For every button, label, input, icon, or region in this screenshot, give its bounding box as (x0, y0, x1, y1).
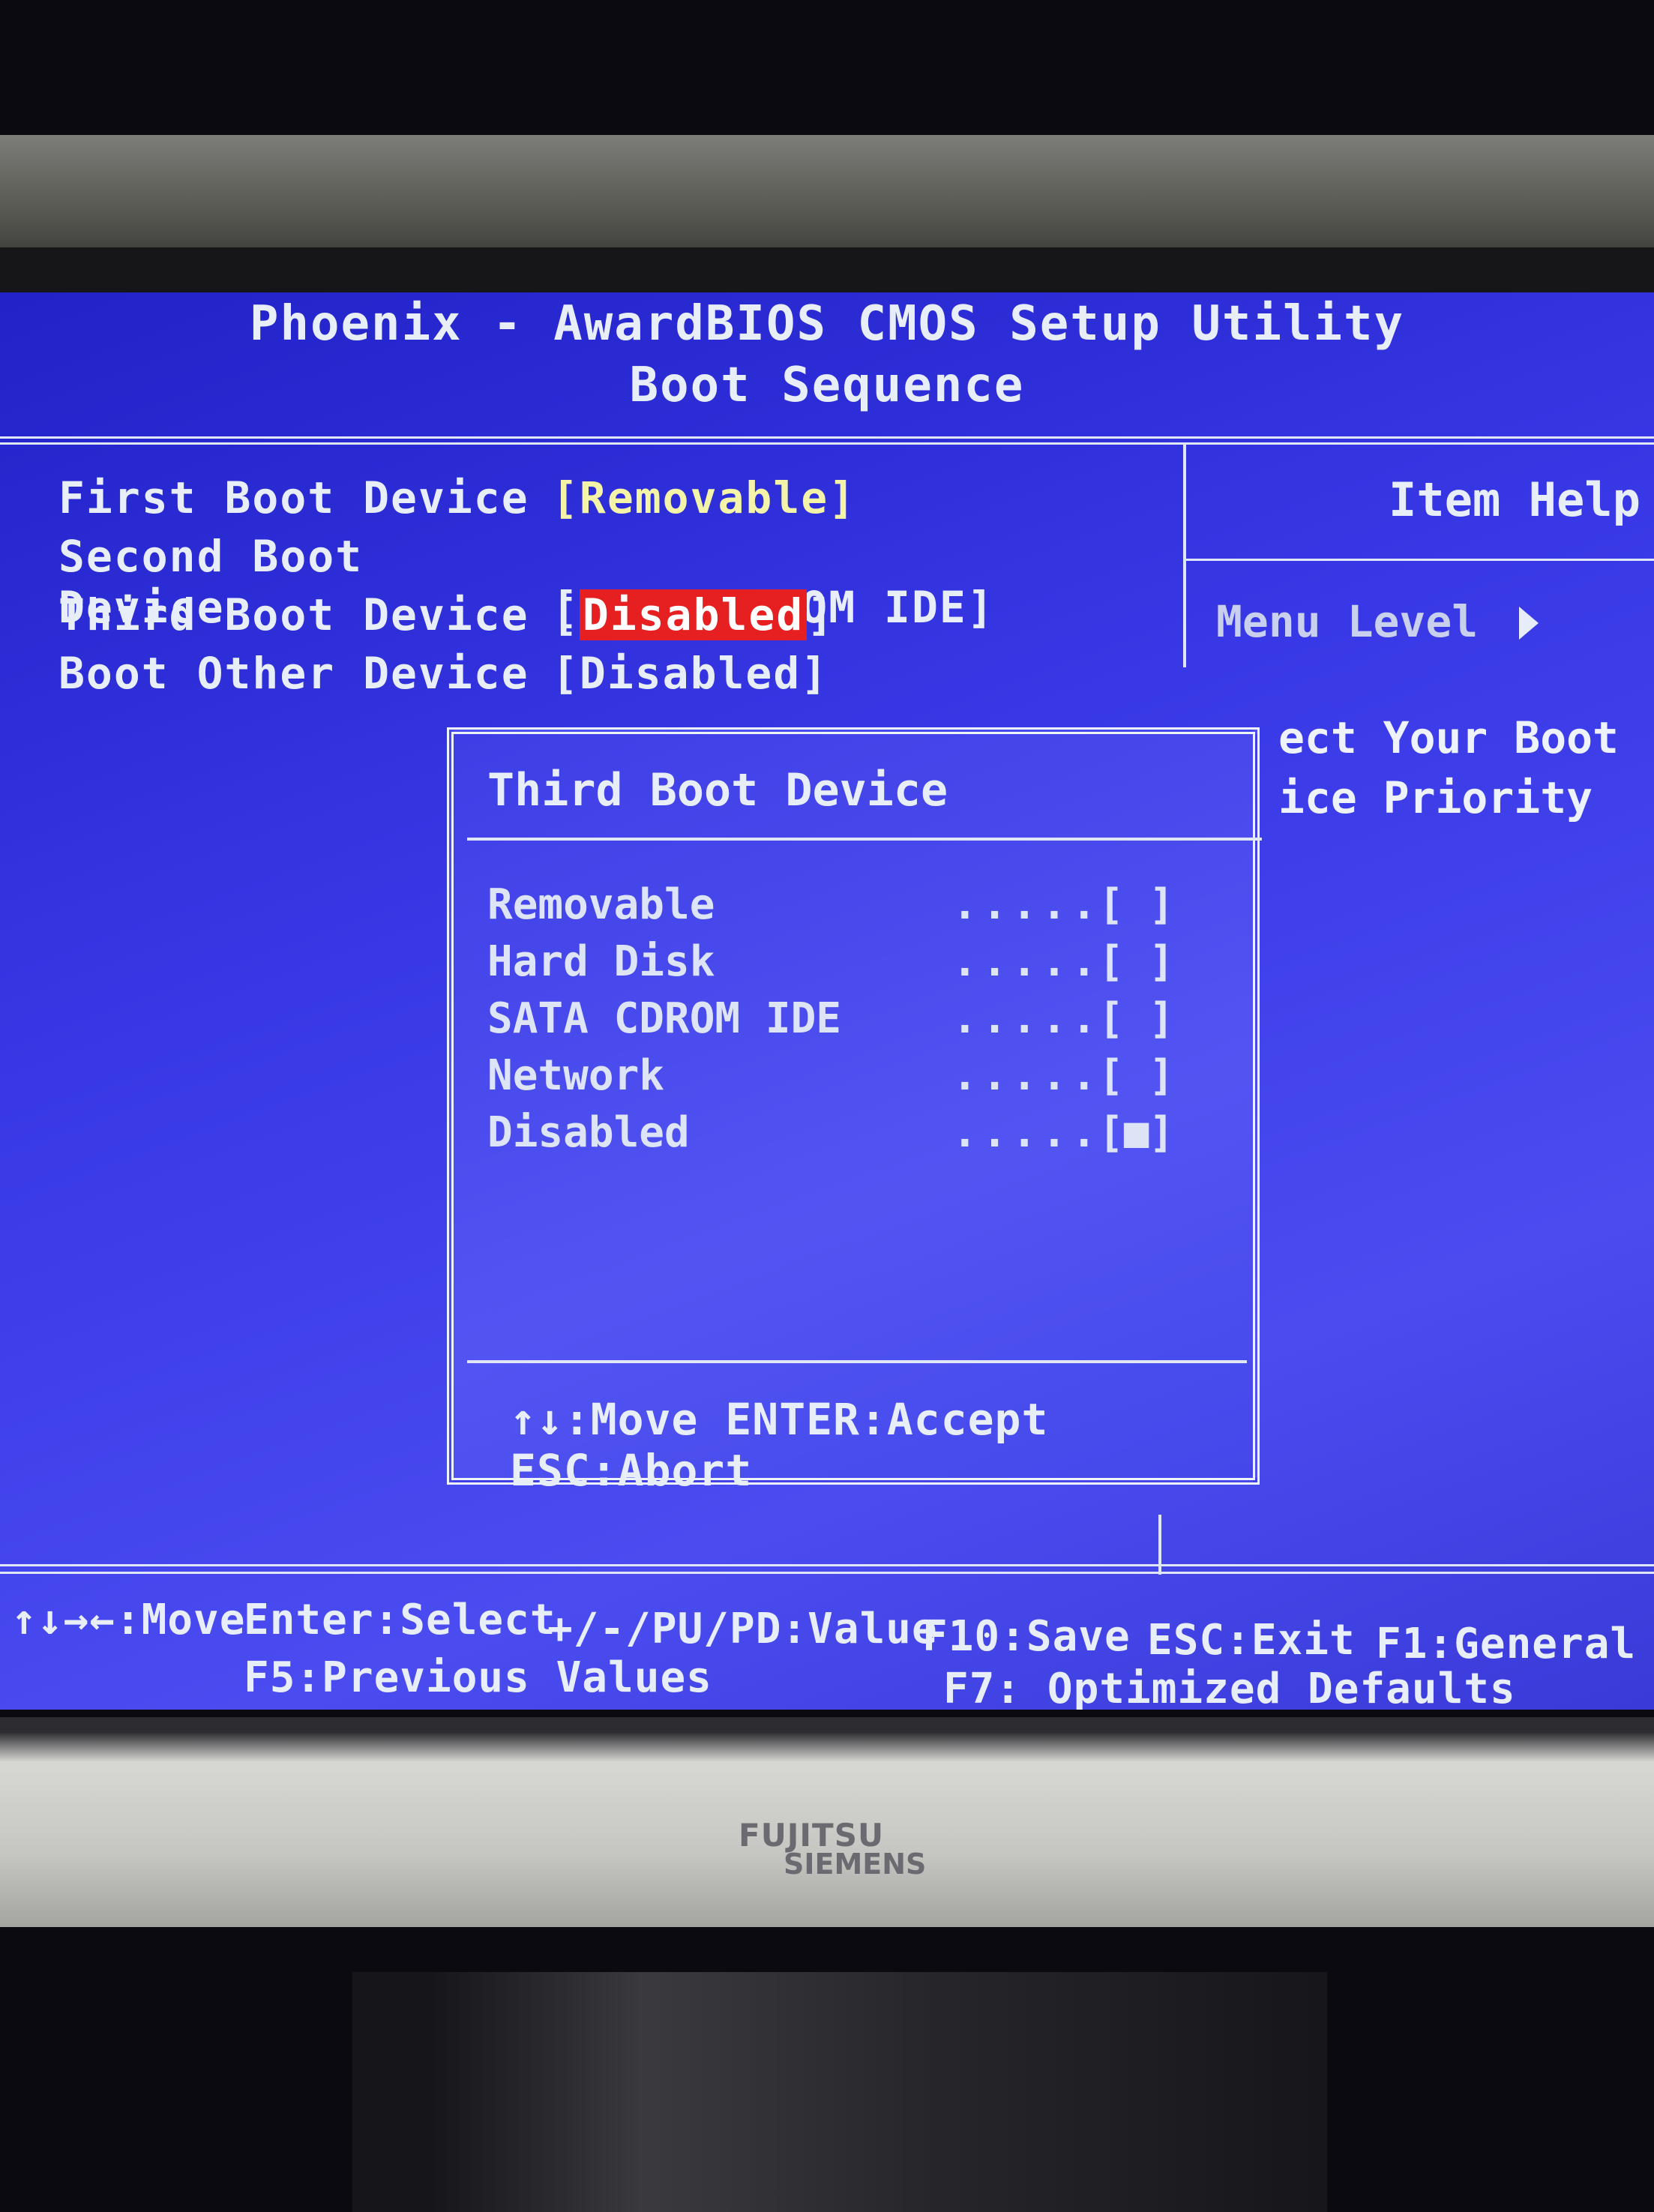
setting-first-boot-device[interactable]: First Boot Device [Removable] (58, 472, 856, 523)
monitor-stand (352, 1972, 1327, 2212)
setting-value-selected[interactable]: Disabled (579, 589, 808, 640)
option-checkbox[interactable]: [ ] (1098, 937, 1174, 986)
brand-line2: SIEMENS (784, 1848, 927, 1881)
key-hint-value: +/-/PU/PD:Value (547, 1605, 938, 1653)
header-divider-2 (0, 442, 1654, 445)
key-hint-select: Enter:Select (244, 1596, 556, 1644)
setting-label: Third Boot Device (58, 589, 529, 640)
help-divider (1186, 559, 1654, 561)
setting-third-boot-device[interactable]: Third Boot Device [Disabled] (58, 589, 834, 640)
key-hint-previous-values: F5:Previous Values (244, 1653, 712, 1702)
option-label: Hard Disk (487, 937, 715, 986)
setting-value-close: ] (807, 589, 835, 640)
option-checkbox[interactable]: [ ] (1098, 994, 1174, 1043)
help-text-line2: ice Priority (1278, 772, 1593, 823)
menu-level-label: Menu Level (1216, 596, 1479, 647)
popup-key-hint: ↑↓:Move ENTER:Accept ESC:Abort (510, 1394, 1049, 1496)
option-network[interactable]: Network ..... [ ] (487, 1051, 1200, 1100)
panel-divider (1183, 442, 1186, 667)
option-label: Network (487, 1051, 665, 1100)
monitor-bezel-inner (0, 247, 1654, 292)
option-removable[interactable]: Removable ..... [ ] (487, 880, 1200, 929)
bios-screen: Phoenix - AwardBIOS CMOS Setup Utility B… (0, 292, 1654, 1710)
option-dots: ..... (952, 1051, 1101, 1100)
monitor-brand-logo: FUJITSU SIEMENS (739, 1817, 933, 1884)
help-text-line1: ect Your Boot (1278, 712, 1619, 763)
option-dots: ..... (952, 880, 1101, 929)
key-hint-exit: ESC:Exit (1147, 1616, 1356, 1665)
bios-subtitle: Boot Sequence (629, 358, 1025, 413)
option-disabled[interactable]: Disabled ..... [■] (487, 1108, 1200, 1157)
option-sata-cdrom-ide[interactable]: SATA CDROM IDE ..... [ ] (487, 994, 1200, 1043)
option-dots: ..... (952, 937, 1101, 986)
key-hint-save: F10:Save (922, 1612, 1131, 1661)
key-hint-move: ↑↓→←:Move (11, 1596, 246, 1644)
key-hint-optimized-defaults: F7: Optimized Defaults (943, 1665, 1516, 1710)
option-dots: ..... (952, 994, 1101, 1043)
setting-boot-other-device[interactable]: Boot Other Device [Disabled] (58, 648, 828, 699)
option-hard-disk[interactable]: Hard Disk ..... [ ] (487, 937, 1200, 986)
setting-label: Boot Other Device (58, 648, 529, 699)
setting-value[interactable]: [Disabled] (552, 648, 828, 699)
setting-label: First Boot Device (58, 472, 529, 523)
setting-value-open: [ (552, 589, 580, 640)
option-checkbox-selected[interactable]: [■] (1098, 1108, 1174, 1157)
menu-level: Menu Level (1216, 596, 1539, 647)
popup-title: Third Boot Device (487, 764, 948, 817)
option-label: Disabled (487, 1108, 690, 1157)
popup-footer-divider (467, 1360, 1247, 1363)
header-divider (0, 436, 1654, 439)
popup-divider (467, 838, 1262, 841)
option-checkbox[interactable]: [ ] (1098, 880, 1174, 929)
option-checkbox[interactable]: [ ] (1098, 1051, 1174, 1100)
setting-value[interactable]: [Removable] (552, 472, 856, 523)
footer-divider (0, 1564, 1654, 1566)
menu-level-arrow-icon (1519, 607, 1539, 640)
footer-divider-2 (0, 1572, 1654, 1574)
bios-title: Phoenix - AwardBIOS CMOS Setup Utility (249, 296, 1405, 352)
options-popup: Third Boot Device Removable ..... [ ] Ha… (447, 727, 1262, 1496)
item-help-title: Item Help (1389, 472, 1641, 527)
option-label: SATA CDROM IDE (487, 994, 842, 1043)
option-dots: ..... (952, 1108, 1101, 1157)
key-hint-general-help: F1:General He (1376, 1620, 1654, 1668)
option-label: Removable (487, 880, 715, 929)
